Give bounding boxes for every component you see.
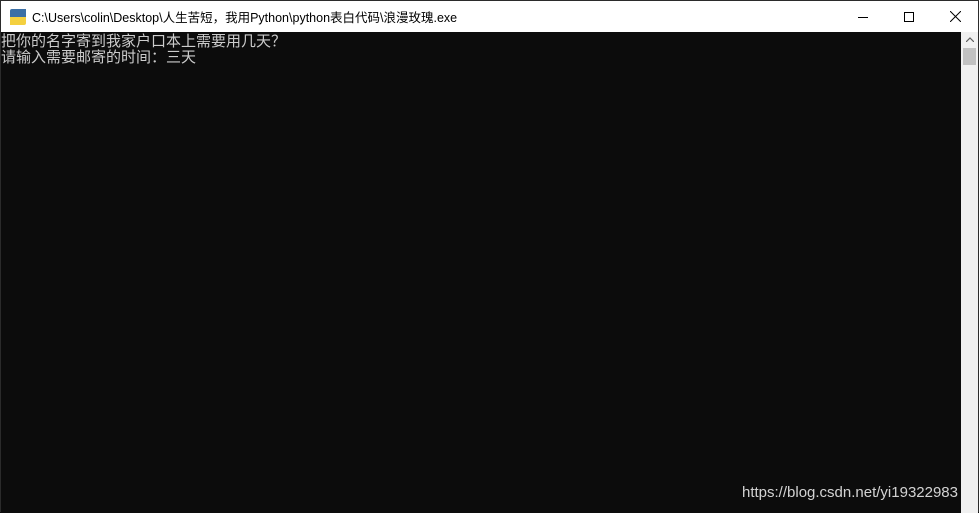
- minimize-button[interactable]: [840, 1, 886, 32]
- watermark: https://blog.csdn.net/yi19322983: [742, 484, 958, 501]
- chevron-up-icon: [965, 36, 974, 42]
- close-icon: [949, 11, 961, 22]
- console-output[interactable]: 把你的名字寄到我家户口本上需要用几天？ 请输入需要邮寄的时间：三天: [1, 32, 961, 513]
- console-line: 把你的名字寄到我家户口本上需要用几天？: [1, 32, 287, 50]
- python-icon[interactable]: [10, 8, 26, 25]
- scroll-up-button[interactable]: [961, 32, 978, 46]
- title-bar[interactable]: C:\Users\colin\Desktop\人生苦短，我用Python\pyt…: [1, 1, 978, 32]
- console-line: 请输入需要邮寄的时间：三天: [1, 48, 197, 66]
- window-title: C:\Users\colin\Desktop\人生苦短，我用Python\pyt…: [32, 11, 458, 25]
- minimize-icon: [858, 16, 868, 18]
- window-controls: [840, 1, 978, 32]
- scrollbar-thumb[interactable]: [963, 48, 976, 65]
- maximize-icon: [904, 11, 914, 22]
- close-button[interactable]: [932, 1, 978, 32]
- console-window: C:\Users\colin\Desktop\人生苦短，我用Python\pyt…: [0, 0, 979, 513]
- vertical-scrollbar[interactable]: [961, 32, 978, 513]
- maximize-button[interactable]: [886, 1, 932, 32]
